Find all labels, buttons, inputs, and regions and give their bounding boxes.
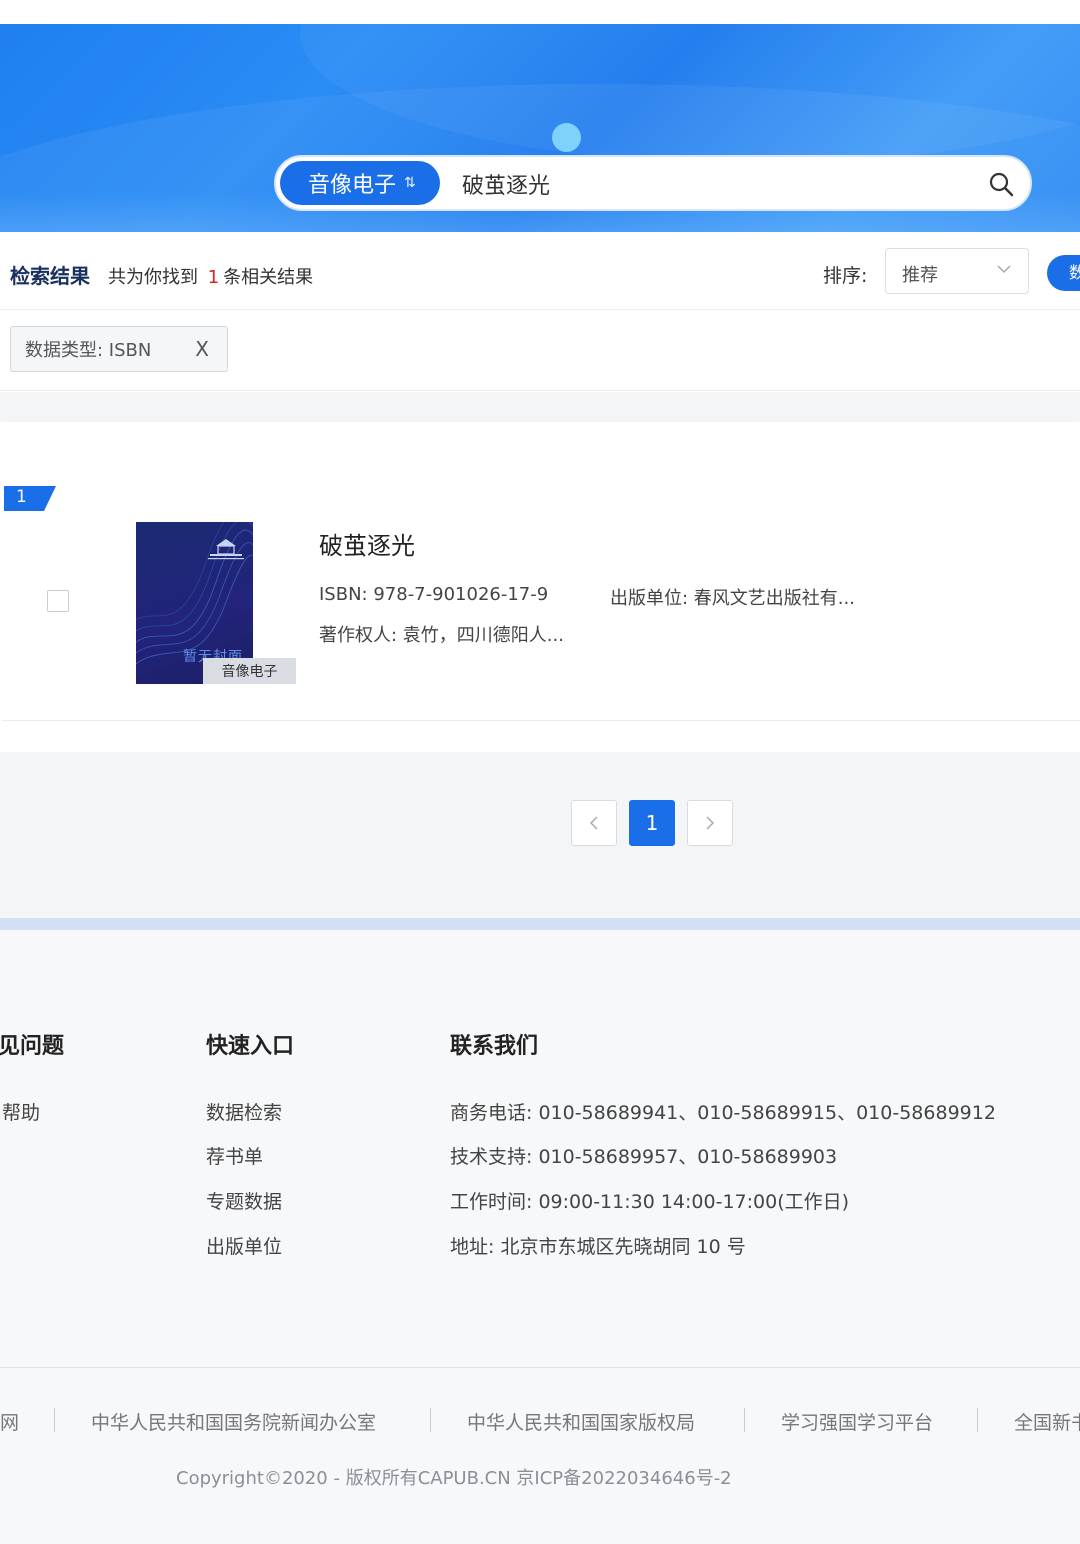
result-card[interactable]: 1 暂无封面 音像电子 破茧逐光 ISBN: 978-7-901026-17-9… xyxy=(0,422,1080,752)
filter-row: 数据类型: ISBN X xyxy=(0,311,1080,391)
book-title[interactable]: 破茧逐光 xyxy=(319,526,415,561)
footer-link-data-search[interactable]: 数据检索 xyxy=(206,1098,282,1125)
pagination: 1 xyxy=(0,752,1080,918)
card-divider xyxy=(2,720,1080,721)
swap-icon: ⇅ xyxy=(404,175,416,191)
prev-page-button[interactable] xyxy=(571,800,617,846)
contact-tech-support: 技术支持: 010-58689957、010-58689903 xyxy=(450,1146,838,1168)
next-page-button[interactable] xyxy=(687,800,733,846)
footer-partner-link[interactable]: 中华人民共和国国务院新闻办公室 xyxy=(91,1408,376,1435)
footer-strip xyxy=(0,918,1080,930)
contact-address: 地址: 北京市东城区先晓胡同 10 号 xyxy=(450,1236,746,1258)
copyright: Copyright©2020 - 版权所有CAPUB.CN 京ICP备20220… xyxy=(176,1468,732,1489)
book-author: 著作权人: 袁竹，四川德阳人... xyxy=(319,625,564,646)
link-separator xyxy=(744,1408,745,1432)
footer-link-book-list[interactable]: 荐书单 xyxy=(206,1142,263,1169)
link-separator xyxy=(977,1408,978,1432)
chevron-left-icon xyxy=(589,816,598,830)
footer-link-publisher[interactable]: 出版单位 xyxy=(206,1232,282,1259)
search-bar: 音像电子 ⇅ xyxy=(274,155,1032,211)
results-title: 检索结果 xyxy=(10,264,90,288)
footer-col-quick-title: 快速入口 xyxy=(206,1034,295,1059)
footer-partner-link[interactable]: 学习强国学习平台 xyxy=(781,1408,933,1435)
sort-select[interactable]: 推荐 xyxy=(885,248,1029,294)
search-input[interactable] xyxy=(462,169,962,199)
sort-value: 推荐 xyxy=(902,265,938,286)
results-count: 1 xyxy=(207,267,220,288)
filter-chip-label: 数据类型: ISBN xyxy=(25,340,152,361)
result-checkbox[interactable] xyxy=(47,590,69,612)
footer-link-topic-data[interactable]: 专题数据 xyxy=(206,1187,282,1214)
book-publisher: 出版单位: 春风文艺出版社有... xyxy=(610,588,855,609)
footer-partner-link[interactable]: 全国新书 xyxy=(1014,1408,1080,1435)
results-summary: 共为你找到 1 条相关结果 xyxy=(108,267,314,288)
contact-business-phone: 商务电话: 010-58689941、010-58689915、010-5868… xyxy=(450,1102,996,1124)
rank-badge: 1 xyxy=(4,486,56,511)
footer-col-faq-title: 见问题 xyxy=(0,1034,65,1059)
section-gap xyxy=(0,392,1080,422)
publisher-logo-icon xyxy=(208,539,244,560)
filter-chip[interactable]: 数据类型: ISBN X xyxy=(10,326,228,372)
footer-partner-link[interactable]: 中华人民共和国国家版权局 xyxy=(467,1408,695,1435)
type-tag: 音像电子 xyxy=(203,658,296,684)
footer: 见问题 帮助 快速入口 数据检索 荐书单 专题数据 出版单位 联系我们 商务电话… xyxy=(0,930,1080,1544)
search-type-toggle[interactable]: 音像电子 ⇅ xyxy=(280,161,440,205)
link-separator xyxy=(54,1408,55,1432)
link-separator xyxy=(430,1408,431,1432)
book-isbn: ISBN: 978-7-901026-17-9 xyxy=(319,584,549,605)
results-header: 检索结果 共为你找到 1 条相关结果 排序: 推荐 数 xyxy=(0,232,1080,310)
chevron-down-icon xyxy=(997,265,1011,274)
sort-label: 排序: xyxy=(823,265,868,287)
close-icon[interactable]: X xyxy=(195,337,209,361)
search-icon[interactable] xyxy=(988,171,1014,197)
search-type-label: 音像电子 xyxy=(308,173,397,198)
footer-partner-link[interactable]: 网 xyxy=(0,1408,19,1435)
data-button[interactable]: 数 xyxy=(1047,255,1080,291)
chevron-right-icon xyxy=(706,816,715,830)
banner-dot xyxy=(552,123,581,152)
page-button-current[interactable]: 1 xyxy=(629,800,675,846)
footer-col-contact-title: 联系我们 xyxy=(450,1034,539,1059)
contact-hours: 工作时间: 09:00-11:30 14:00-17:00(工作日) xyxy=(450,1191,850,1213)
footer-divider xyxy=(0,1367,1080,1368)
footer-link-help[interactable]: 帮助 xyxy=(2,1098,40,1125)
